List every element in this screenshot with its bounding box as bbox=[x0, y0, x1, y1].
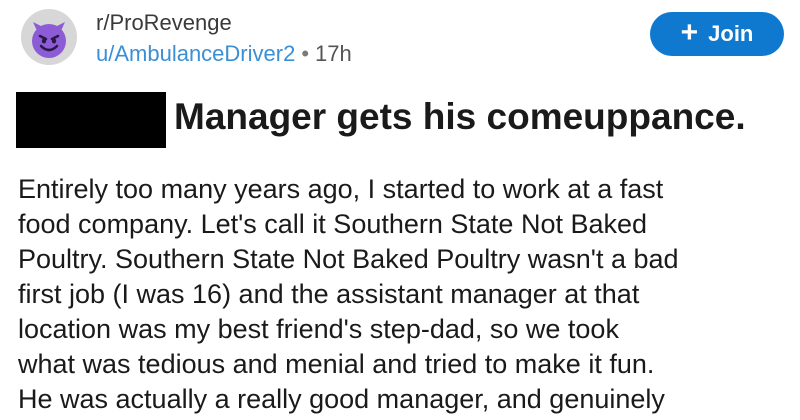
post-meta: r/ProRevenge u/AmbulanceDriver2 • 17h bbox=[96, 10, 352, 68]
title-row: Manager gets his comeuppance. bbox=[16, 92, 796, 148]
smiling-devil-icon[interactable] bbox=[20, 8, 78, 66]
plus-icon: + bbox=[680, 15, 699, 49]
body-line: food company. Let's call it Southern Sta… bbox=[18, 209, 648, 239]
username-link[interactable]: u/AmbulanceDriver2 bbox=[96, 41, 295, 66]
body-line: first job (I was 16) and the assistant m… bbox=[18, 279, 640, 309]
body-line: location was my best friend's step-dad, … bbox=[18, 314, 619, 344]
body-line: what was tedious and menial and tried to… bbox=[18, 349, 655, 379]
post-title[interactable]: Manager gets his comeuppance. bbox=[174, 96, 746, 138]
body-line: Poultry. Southern State Not Baked Poultr… bbox=[18, 244, 679, 274]
post-header: r/ProRevenge u/AmbulanceDriver2 • 17h + Jo… bbox=[14, 6, 786, 70]
body-line: Entirely too many years ago, I started t… bbox=[18, 174, 664, 204]
byline: u/AmbulanceDriver2 • 17h bbox=[96, 40, 352, 68]
redaction-block bbox=[16, 92, 166, 148]
subreddit-link[interactable]: r/ProRevenge bbox=[96, 10, 352, 36]
body-line: He was actually a really good manager, a… bbox=[18, 384, 665, 414]
join-button[interactable]: + Join bbox=[650, 12, 784, 56]
post-age: 17h bbox=[315, 41, 352, 66]
post-body: Entirely too many years ago, I started t… bbox=[18, 172, 794, 417]
separator-dot: • bbox=[301, 41, 310, 66]
join-label: Join bbox=[708, 21, 754, 46]
